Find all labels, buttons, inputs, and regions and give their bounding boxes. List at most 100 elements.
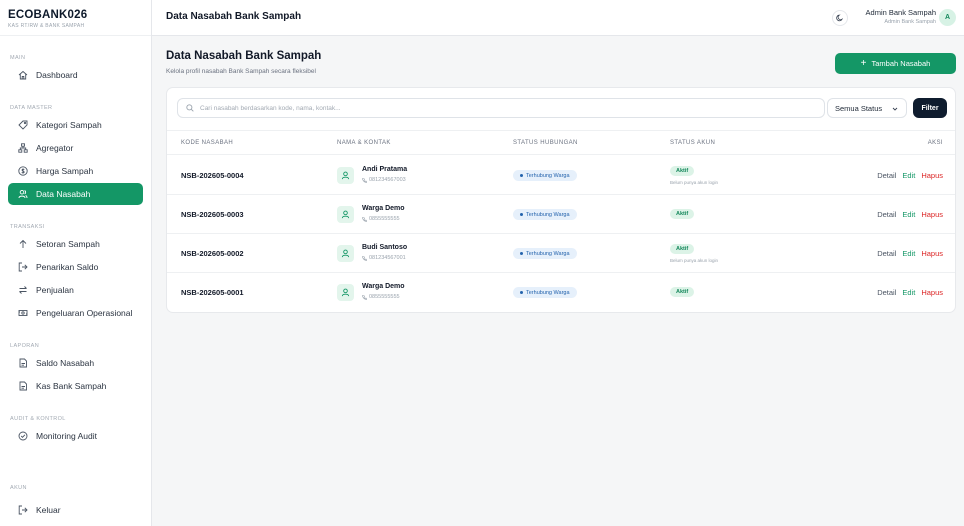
section-data-master: DATA MASTER — [10, 105, 53, 111]
section-akun: AKUN — [10, 485, 27, 491]
sidebar-item-label: Agregator — [36, 143, 74, 153]
account-status-badge: Aktif — [670, 287, 695, 297]
sidebar-item-label: Kas Bank Sampah — [36, 381, 107, 391]
log-out-icon — [18, 262, 28, 272]
user-name: Admin Bank Sampah — [865, 8, 936, 17]
nasabah-name: Budi Santoso — [362, 244, 408, 251]
nasabah-code: NSB-202605-0001 — [181, 288, 244, 297]
delete-link[interactable]: Hapus — [921, 249, 943, 258]
users-icon — [18, 189, 28, 199]
search-box[interactable] — [177, 98, 825, 118]
tag-icon — [18, 120, 28, 130]
sidebar-item-pengeluaran-operasional[interactable]: Pengeluaran Operasional — [8, 302, 143, 324]
relation-badge: Terhubung Warga — [513, 248, 577, 259]
delete-link[interactable]: Hapus — [921, 171, 943, 180]
sidebar-item-monitoring-audit[interactable]: Monitoring Audit — [8, 425, 143, 447]
sidebar-item-harga-sampah[interactable]: Harga Sampah — [8, 160, 143, 182]
header-relation: STATUS HUBUNGAN — [513, 140, 578, 146]
phone-number: 081234567001 — [369, 255, 406, 261]
user-menu[interactable]: Admin Bank Sampah Admin Bank Sampah — [866, 8, 936, 25]
sidebar-item-data-nasabah[interactable]: Data Nasabah — [8, 183, 143, 205]
account-note: Belum punya akun login — [670, 180, 719, 185]
header-account: STATUS AKUN — [670, 140, 716, 146]
header-code: KODE NASABAH — [181, 140, 234, 146]
file-icon — [18, 358, 28, 368]
sidebar-item-label: Pengeluaran Operasional — [36, 308, 133, 318]
delete-link[interactable]: Hapus — [921, 288, 943, 297]
account-status-badge: Aktif — [670, 209, 695, 219]
sidebar-item-label: Penjualan — [36, 285, 74, 295]
phone-number: 0855555555 — [369, 294, 400, 300]
search-input[interactable] — [200, 104, 800, 112]
status-select-value: Semua Status — [835, 103, 883, 113]
relation-label: Terhubung Warga — [526, 289, 570, 296]
table-row: NSB-202605-0004 Andi Pratama 081234567003 T… — [167, 156, 955, 195]
edit-link[interactable]: Edit — [902, 288, 915, 297]
sidebar-item-label: Keluar — [36, 505, 61, 515]
add-nasabah-button[interactable]: + Tambah Nasabah — [835, 53, 956, 74]
chevron-down-icon — [892, 107, 898, 111]
nasabah-code: NSB-202605-0002 — [181, 249, 244, 258]
sidebar-item-penarikan-saldo[interactable]: Penarikan Saldo — [8, 256, 143, 278]
filter-button[interactable]: Filter — [913, 98, 947, 118]
sidebar-item-kategori-sampah[interactable]: Kategori Sampah — [8, 114, 143, 136]
status-select[interactable]: Semua Status — [827, 98, 907, 118]
phone-number: 081234567003 — [369, 177, 406, 183]
nasabah-name: Warga Demo — [362, 205, 405, 212]
sidebar-item-dashboard[interactable]: Dashboard — [8, 64, 143, 86]
swap-icon — [18, 285, 28, 295]
sidebar-item-saldo-nasabah[interactable]: Saldo Nasabah — [8, 352, 143, 374]
edit-link[interactable]: Edit — [902, 249, 915, 258]
phone-number: 0855555555 — [369, 216, 400, 222]
section-main: MAIN — [10, 55, 26, 61]
cash-icon — [18, 308, 28, 318]
sidebar-item-label: Setoran Sampah — [36, 239, 100, 249]
detail-link[interactable]: Detail — [877, 171, 896, 180]
arrow-up-icon — [18, 239, 28, 249]
sidebar-item-agregator[interactable]: Agregator — [8, 137, 143, 159]
plus-icon: + — [860, 57, 867, 69]
search-icon — [186, 104, 194, 112]
detail-link[interactable]: Detail — [877, 249, 896, 258]
delete-link[interactable]: Hapus — [921, 210, 943, 219]
nasabah-phone: 0855555555 — [362, 216, 400, 222]
phone-icon — [362, 216, 369, 222]
edit-link[interactable]: Edit — [902, 171, 915, 180]
sidebar-item-kas-bank-sampah[interactable]: Kas Bank Sampah — [8, 375, 143, 397]
sidebar-item-label: Monitoring Audit — [36, 431, 97, 441]
sidebar: ECOBANK026 KAS RT/RW & BANK SAMPAH MAIN … — [0, 0, 152, 526]
moon-icon — [836, 14, 844, 22]
sidebar-item-keluar[interactable]: Keluar — [8, 499, 143, 521]
logout-icon — [18, 505, 28, 515]
phone-icon — [362, 294, 369, 300]
dot-icon — [520, 213, 523, 216]
edit-link[interactable]: Edit — [902, 210, 915, 219]
sidebar-item-label: Harga Sampah — [36, 166, 94, 176]
user-icon — [337, 167, 354, 184]
topbar: Data Nasabah Bank Sampah Admin Bank Samp… — [152, 0, 964, 36]
nasabah-card: Semua Status Filter KODE NASABAH NAMA & … — [166, 87, 956, 313]
theme-toggle-button[interactable] — [832, 10, 848, 26]
user-role: Admin Bank Sampah — [884, 19, 936, 25]
phone-icon — [362, 177, 369, 183]
header-actions: AKSI — [927, 140, 943, 146]
add-nasabah-label: Tambah Nasabah — [871, 59, 931, 68]
check-circle-icon — [18, 431, 28, 441]
dot-icon — [520, 291, 523, 294]
sidebar-item-label: Kategori Sampah — [36, 120, 102, 130]
nasabah-name: Warga Demo — [362, 283, 405, 290]
dot-icon — [520, 252, 523, 255]
table-header: KODE NASABAH NAMA & KONTAK STATUS HUBUNG… — [167, 130, 955, 155]
account-status-badge: Aktif — [670, 244, 695, 254]
relation-badge: Terhubung Warga — [513, 287, 577, 298]
avatar[interactable]: A — [939, 9, 956, 26]
detail-link[interactable]: Detail — [877, 288, 896, 297]
detail-link[interactable]: Detail — [877, 210, 896, 219]
sidebar-item-setoran-sampah[interactable]: Setoran Sampah — [8, 233, 143, 255]
relation-badge: Terhubung Warga — [513, 170, 577, 181]
page-title: Data Nasabah Bank Sampah — [166, 50, 322, 62]
dot-icon — [520, 174, 523, 177]
sidebar-item-penjualan[interactable]: Penjualan — [8, 279, 143, 301]
sidebar-nav: MAIN Dashboard DATA MASTER Kategori Samp… — [0, 55, 151, 447]
row-actions: Detail Edit Hapus — [877, 210, 943, 219]
